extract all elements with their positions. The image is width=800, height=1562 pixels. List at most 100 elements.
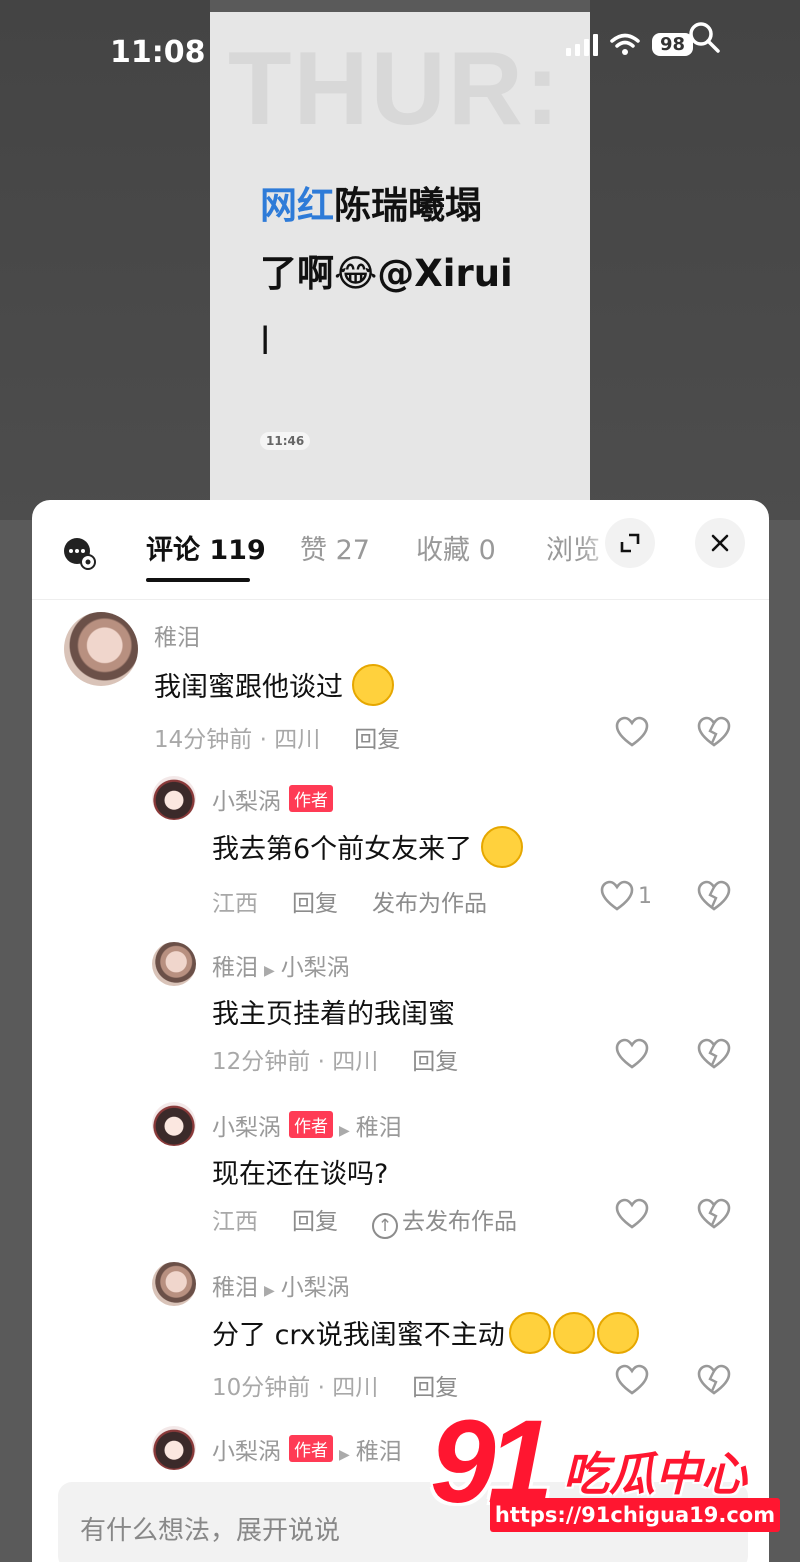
reply-meta: 10分钟前 · 四川 回复 [212, 1368, 458, 1402]
close-button[interactable] [695, 518, 745, 568]
publish-as-work-button[interactable]: 发布为作品 [372, 891, 487, 917]
watermark-url: https://91chigua19.com [490, 1498, 780, 1532]
tab-bar: 评论 119 赞 27 收藏 0 浏览 [32, 500, 769, 600]
reply-author[interactable]: 小梨涡 作者 ▶ 稚泪 [212, 1108, 402, 1142]
reply-location: 江西 [212, 891, 258, 917]
tab-comments[interactable]: 评论 119 [146, 528, 266, 567]
tab-favorites[interactable]: 收藏 0 [416, 528, 496, 567]
search-icon[interactable] [687, 20, 721, 54]
reply-meta: 江西 回复 ↑ 去发布作品 [212, 1202, 517, 1239]
heart-icon [600, 880, 634, 911]
reply-item: 稚泪 ▶ 小梨涡 我主页挂着的我闺蜜 12分钟前 · 四川 回复 [32, 938, 769, 1088]
reply-arrow-icon: ▶ [339, 1447, 350, 1463]
video-timestamp: 11:46 [260, 432, 311, 450]
comment-item: 稚泪 我闺蜜跟他谈过 14分钟前 · 四川 回复 [32, 608, 769, 758]
reply-button[interactable]: 回复 [412, 1049, 458, 1075]
reply-author[interactable]: 稚泪 ▶ 小梨涡 [212, 1268, 350, 1302]
crying-emoji-icon [509, 1312, 552, 1354]
watermark-name: 吃瓜中心 [563, 1447, 747, 1501]
like-button[interactable] [615, 716, 649, 748]
like-button[interactable] [615, 1198, 649, 1230]
dislike-button[interactable] [697, 1038, 731, 1070]
comment-settings-icon[interactable] [62, 536, 96, 570]
heart-icon [615, 1364, 649, 1395]
comment-text: 我闺蜜跟他谈过 [154, 664, 394, 706]
dislike-button[interactable] [697, 880, 731, 912]
broken-heart-icon [697, 1038, 731, 1069]
reply-arrow-icon: ▶ [264, 1283, 275, 1299]
reply-author-name: 小梨涡 [212, 1439, 281, 1465]
heart-icon [615, 1198, 649, 1229]
author-badge: 作者 [289, 1111, 333, 1138]
reply-author-name: 小梨涡 [212, 1115, 281, 1141]
laughing-tears-emoji-icon [480, 826, 523, 868]
publish-work-button[interactable]: ↑ 去发布作品 [372, 1209, 517, 1239]
reply-text: 我去第6个前女友来了 [212, 826, 523, 868]
broken-heart-icon [697, 716, 731, 747]
reply-item: 小梨涡 作者 我去第6个前女友来了 江西 回复 发布为作品 1 [32, 772, 769, 922]
reply-author[interactable]: 稚泪 ▶ 小梨涡 [212, 948, 350, 982]
reply-text-content: 我去第6个前女友来了 [212, 834, 473, 865]
reply-time-location: 12分钟前 · 四川 [212, 1049, 379, 1075]
sobbing-emoji-icon [553, 1312, 596, 1354]
caption-line2: 了啊😂@Xirui [260, 252, 513, 295]
video-caption: 网红陈瑞曦塌 了啊😂@Xirui l [260, 172, 560, 376]
heart-icon [615, 716, 649, 747]
reply-button[interactable]: 回复 [292, 1209, 338, 1235]
reply-text-content: 分了 crx说我闺蜜不主动 [212, 1320, 505, 1351]
dislike-button[interactable] [697, 716, 731, 748]
signal-icon [566, 32, 598, 56]
reply-to-name: 小梨涡 [280, 955, 350, 981]
video-watermark-text: THUR: [228, 31, 562, 147]
author-badge: 作者 [289, 1435, 333, 1462]
reply-to-name: 稚泪 [355, 1115, 402, 1141]
reply-to-name: 小梨涡 [280, 1275, 350, 1301]
video-preview[interactable]: THUR: 网红陈瑞曦塌 了啊😂@Xirui l 11:46 [210, 12, 590, 512]
status-time: 11:08 [110, 35, 206, 70]
tab-likes[interactable]: 赞 27 [300, 528, 370, 567]
reply-location: 江西 [212, 1209, 258, 1235]
reply-button[interactable]: 回复 [292, 891, 338, 917]
reply-meta: 12分钟前 · 四川 回复 [212, 1042, 458, 1076]
avatar[interactable] [152, 942, 196, 986]
avatar[interactable] [152, 1426, 196, 1470]
active-tab-underline [146, 578, 250, 582]
reply-button[interactable]: 回复 [354, 727, 400, 753]
like-button[interactable]: 1 [600, 880, 652, 912]
reply-to-name: 稚泪 [355, 1439, 402, 1465]
like-count: 1 [638, 883, 652, 909]
comment-meta: 14分钟前 · 四川 回复 [154, 720, 400, 754]
reply-arrow-icon: ▶ [264, 963, 275, 979]
caption-highlight: 网红 [260, 184, 334, 227]
author-badge: 作者 [289, 785, 333, 812]
avatar[interactable] [64, 612, 138, 686]
avatar[interactable] [152, 1262, 196, 1306]
upload-circle-icon: ↑ [372, 1213, 398, 1239]
reply-author[interactable]: 小梨涡 作者 [212, 782, 333, 816]
reply-author[interactable]: 小梨涡 作者 ▶ 稚泪 [212, 1432, 402, 1466]
status-icons: 98 [566, 22, 721, 56]
close-icon [711, 534, 729, 552]
comment-author[interactable]: 稚泪 [154, 618, 200, 652]
comment-time-location: 14分钟前 · 四川 [154, 727, 321, 753]
expand-icon [620, 533, 640, 553]
reply-text: 我主页挂着的我闺蜜 [212, 999, 455, 1030]
dislike-button[interactable] [697, 1198, 731, 1230]
sweat-smile-emoji-icon [597, 1312, 640, 1354]
broken-heart-icon [697, 1198, 731, 1229]
comment-input-placeholder: 有什么想法，展开说说 [80, 1516, 341, 1546]
reply-author-name: 小梨涡 [212, 789, 281, 815]
avatar[interactable] [152, 1102, 196, 1146]
expand-button[interactable] [605, 518, 655, 568]
site-watermark: 91 吃瓜中心 https://91chigua19.com [430, 1396, 780, 1548]
reply-meta: 江西 回复 发布为作品 [212, 884, 487, 918]
avatar[interactable] [152, 776, 196, 820]
reply-item: 稚泪 ▶ 小梨涡 分了 crx说我闺蜜不主动 10分钟前 · 四川 回复 [32, 1258, 769, 1408]
comment-text-content: 我闺蜜跟他谈过 [154, 672, 343, 703]
publish-work-label: 去发布作品 [402, 1209, 517, 1235]
like-button[interactable] [615, 1038, 649, 1070]
like-button[interactable] [615, 1364, 649, 1396]
broken-heart-icon [697, 880, 731, 911]
dislike-button[interactable] [697, 1364, 731, 1396]
reply-text: 分了 crx说我闺蜜不主动 [212, 1312, 640, 1354]
